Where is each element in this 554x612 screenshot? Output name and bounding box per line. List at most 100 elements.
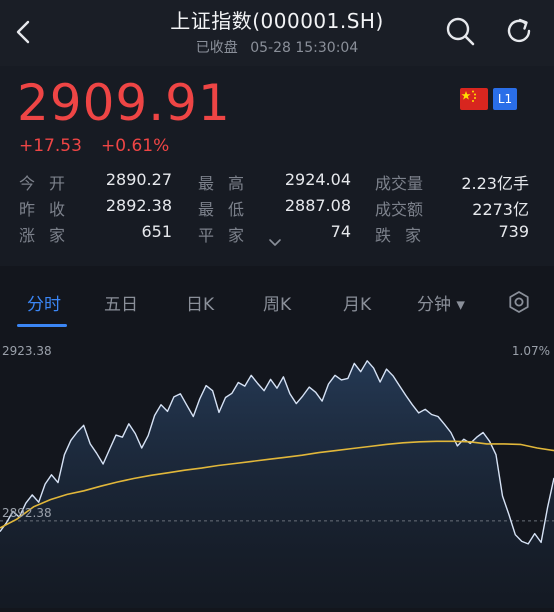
stat-label: 涨家 xyxy=(19,226,80,245)
price-point xyxy=(411,404,413,406)
price-point xyxy=(476,436,478,438)
refresh-icon[interactable] xyxy=(503,15,535,47)
price-point xyxy=(502,495,504,497)
price-point xyxy=(308,386,310,388)
price-point xyxy=(173,396,175,398)
chart-canvas xyxy=(0,360,554,608)
price-point xyxy=(489,440,491,442)
price-point xyxy=(431,414,433,416)
price-point xyxy=(121,436,123,438)
price-point xyxy=(89,443,91,445)
tab-weekly-k[interactable]: 周K xyxy=(263,290,291,315)
price-point xyxy=(373,367,375,369)
price-point xyxy=(418,412,420,414)
stat-value: 2273亿 xyxy=(472,200,529,219)
price-point xyxy=(115,434,117,436)
chevron-down-icon[interactable] xyxy=(268,238,282,248)
price-point xyxy=(51,474,53,476)
price-point xyxy=(302,395,304,397)
price-point xyxy=(250,374,252,376)
stat-value: 2924.04 xyxy=(284,170,351,189)
price-point xyxy=(534,533,536,535)
price-point xyxy=(76,431,78,433)
price-point xyxy=(231,392,233,394)
price-point xyxy=(179,393,181,395)
stat-label: 成交量 xyxy=(375,174,424,193)
price-change: +17.53 xyxy=(19,136,82,156)
status-text: 已收盘 xyxy=(195,40,238,56)
price-point xyxy=(456,445,458,447)
price-point xyxy=(437,416,439,418)
price-point xyxy=(5,522,7,524)
price-point xyxy=(218,411,220,413)
price-point xyxy=(109,449,111,451)
stat-value: 2887.08 xyxy=(284,196,351,215)
price-point xyxy=(263,390,265,392)
price-area-fill xyxy=(0,360,554,608)
price-point xyxy=(386,368,388,370)
intraday-chart[interactable]: 2923.38 1.07% 2892.38 xyxy=(0,336,554,608)
price-point xyxy=(450,432,452,434)
tab-monthly-k[interactable]: 月K xyxy=(343,290,371,315)
price-point xyxy=(321,400,323,402)
price-point xyxy=(405,394,407,396)
price-point xyxy=(508,514,510,516)
price-point xyxy=(315,391,317,393)
price-change-percent: +0.61% xyxy=(101,136,170,156)
price-point xyxy=(282,376,284,378)
price-point xyxy=(398,385,400,387)
price-point xyxy=(366,360,368,362)
price-point xyxy=(237,382,239,384)
china-flag-icon[interactable] xyxy=(460,88,488,110)
header-bar: 上证指数(000001.SH) 已收盘 05-28 15:30:04 xyxy=(0,0,554,66)
price-point xyxy=(289,393,291,395)
price-point xyxy=(463,438,465,440)
price-point xyxy=(527,543,529,545)
price-point xyxy=(225,397,227,399)
price-point xyxy=(257,383,259,385)
tab-minute-dropdown[interactable]: 分钟 ▾ xyxy=(417,290,465,315)
stat-value: 2.23亿手 xyxy=(461,174,529,193)
price-point xyxy=(340,379,342,381)
price-point xyxy=(134,433,136,435)
price-point xyxy=(424,408,426,410)
y-axis-top-label: 2923.38 xyxy=(2,344,52,358)
tab-intraday[interactable]: 分时 xyxy=(27,290,61,315)
stat-label: 昨收 xyxy=(19,200,80,219)
price-point xyxy=(482,432,484,434)
tab-daily-k[interactable]: 日K xyxy=(186,290,214,315)
prev-close-label: 2892.38 xyxy=(2,506,52,520)
level1-badge[interactable]: L1 xyxy=(493,88,517,110)
stat-value: 2892.38 xyxy=(105,196,172,215)
stat-label: 最高 xyxy=(198,174,259,193)
price-point xyxy=(328,383,330,385)
price-point xyxy=(547,506,549,508)
stat-label: 跌家 xyxy=(375,226,436,245)
gear-icon[interactable] xyxy=(507,290,531,314)
tab-five-day[interactable]: 五日 xyxy=(104,290,138,315)
price-point xyxy=(244,385,246,387)
current-price: 2909.91 xyxy=(17,74,231,132)
price-point xyxy=(521,540,523,542)
price-point xyxy=(192,416,194,418)
price-point xyxy=(276,387,278,389)
price-point xyxy=(154,415,156,417)
price-point xyxy=(392,375,394,377)
active-tab-indicator xyxy=(17,324,67,327)
price-point xyxy=(514,534,516,536)
price-point xyxy=(212,390,214,392)
price-point xyxy=(347,377,349,379)
stat-label: 最低 xyxy=(198,200,259,219)
price-point xyxy=(167,410,169,412)
y-axis-top-percent: 1.07% xyxy=(511,344,550,358)
price-point xyxy=(205,385,207,387)
price-point xyxy=(469,442,471,444)
price-point xyxy=(495,454,497,456)
price-point xyxy=(270,378,272,380)
stat-label: 平家 xyxy=(198,226,259,245)
price-point xyxy=(160,404,162,406)
price-point xyxy=(63,454,65,456)
search-icon[interactable] xyxy=(444,15,476,47)
period-tabs: 分时 五日 日K 周K 月K 分钟 ▾ xyxy=(0,266,554,330)
quote-panel: 2909.91 L1 +17.53 +0.61% 今开 2890.27 最高 2… xyxy=(0,66,554,266)
